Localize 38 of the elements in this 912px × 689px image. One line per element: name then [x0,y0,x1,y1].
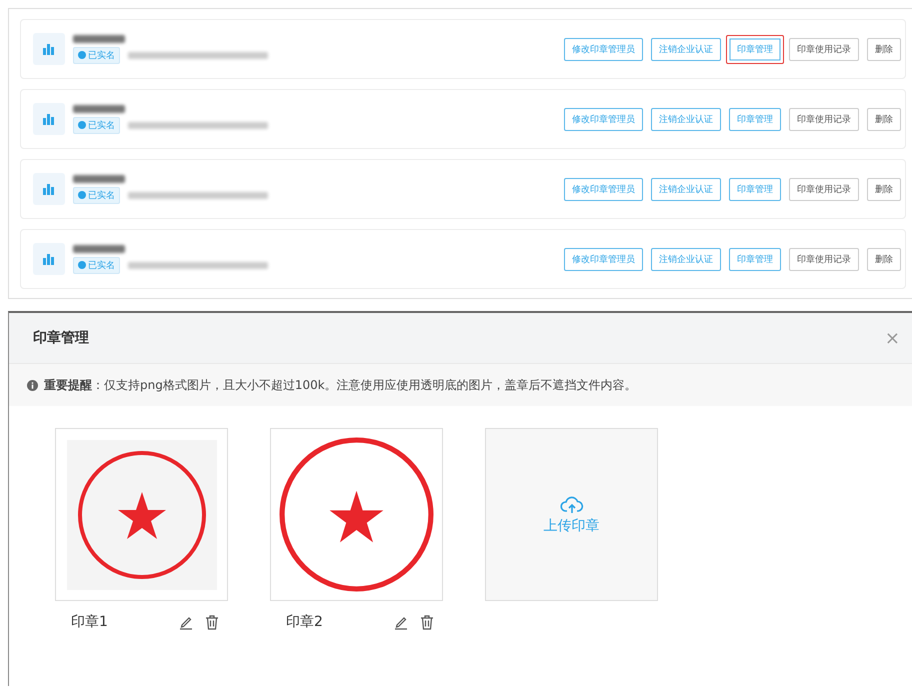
dialog-title: 印章管理 [33,329,89,347]
action-button[interactable]: 印章管理 [729,108,781,130]
action-button[interactable]: 修改印章管理员 [564,248,643,270]
verified-badge: 已实名 [73,256,120,274]
upload-seal-button[interactable]: 上传印章 [485,428,658,601]
verified-badge: 已实名 [73,46,120,64]
action-button[interactable]: 修改印章管理员 [564,108,643,130]
action-button[interactable]: 删除 [867,38,901,60]
action-button[interactable]: 印章管理 [729,178,781,200]
action-button[interactable]: 印章管理 [729,248,781,270]
action-button[interactable]: 印章使用记录 [789,248,859,270]
redacted-text [73,34,125,42]
action-button[interactable]: 印章使用记录 [789,178,859,200]
redacted-text [73,244,125,252]
seal-name: 印章1 [71,613,108,631]
redacted-text [73,104,125,112]
trash-icon[interactable] [419,614,435,630]
action-button[interactable]: 删除 [867,248,901,270]
action-button[interactable]: 删除 [867,178,901,200]
verified-badge: 已实名 [73,186,120,204]
action-button[interactable]: 注销企业认证 [651,108,721,130]
action-button[interactable]: 印章管理 [726,34,784,64]
action-button[interactable]: 印章使用记录 [789,38,859,60]
notice-text: 重要提醒：仅支持png格式图片，且大小不超过100k。注意使用应使用透明底的图片，盖章后不遮挡文件内容。 [44,376,637,394]
redacted-text [73,174,125,182]
info-icon [27,380,38,390]
action-button[interactable]: 注销企业认证 [651,178,721,200]
action-button[interactable]: 注销企业认证 [651,38,721,60]
trash-icon[interactable] [204,614,220,630]
cloud-upload-icon [560,494,584,514]
action-button[interactable]: 修改印章管理员 [564,38,643,60]
verified-badge: 已实名 [73,116,120,134]
action-button[interactable]: 注销企业认证 [651,248,721,270]
action-button[interactable]: 删除 [867,108,901,130]
action-button[interactable]: 印章使用记录 [789,108,859,130]
seal-name: 印章2 [286,613,323,631]
close-button[interactable]: × [884,328,900,348]
action-button[interactable]: 修改印章管理员 [564,178,643,200]
